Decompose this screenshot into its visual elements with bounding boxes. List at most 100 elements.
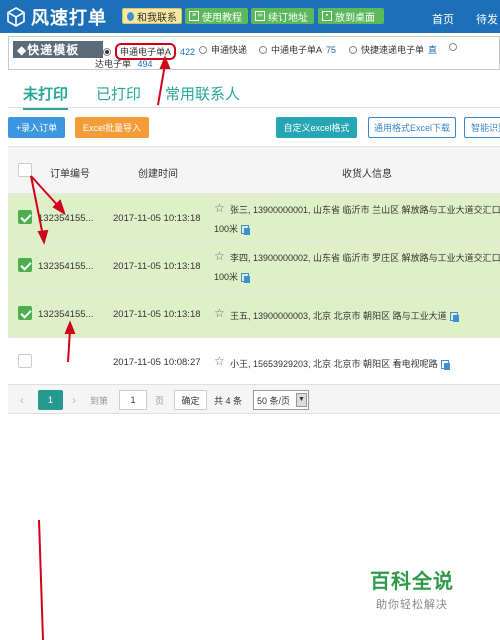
row-checkbox[interactable] — [18, 210, 32, 224]
add-order-button[interactable]: +录入订单 — [8, 117, 65, 138]
column-order-no: 订单编号 — [50, 169, 90, 180]
row-checkbox[interactable] — [18, 354, 32, 368]
copy-icon[interactable] — [449, 312, 459, 323]
column-receiver-info: 收货人信息 — [342, 169, 392, 180]
excel-download-button[interactable]: 通用格式Excel下载 — [368, 117, 456, 138]
total-count: 共 4 条 — [214, 395, 243, 406]
nav-pending[interactable]: 待发 — [476, 11, 498, 27]
template-option-label: 中通电子单A — [271, 45, 323, 55]
order-number: 132354155... — [38, 309, 94, 320]
orders-table: 订单编号 创建时间 收货人信息 132354155... 2017-11-05 … — [8, 146, 500, 385]
template-option-5[interactable] — [449, 43, 461, 51]
copy-icon[interactable] — [241, 273, 251, 284]
app-header: 风速打单 和我联系 ≡ 使用教程 ∞ 续订地址 ▪ 放到桌面 首页 待发 — [0, 0, 500, 33]
receiver-info: 李四, 13900000002, 山东省 临沂市 罗庄区 解放路与工业大道交汇口 — [230, 253, 500, 263]
receiver-info-cont: 100米 — [214, 224, 239, 234]
star-icon[interactable]: ☆ — [214, 202, 226, 214]
smart-recognize-button[interactable]: 智能识别 — [464, 117, 500, 138]
template-option-label: 达电子单 — [95, 59, 132, 69]
desktop-icon: ▪ — [322, 11, 332, 21]
radio[interactable] — [449, 43, 457, 51]
renew-label: 续订地址 — [268, 12, 308, 24]
logo[interactable]: 风速打单 — [6, 6, 107, 28]
template-count: 75 — [326, 44, 337, 55]
current-page[interactable]: 1 — [38, 390, 63, 410]
created-time: 2017-11-05 10:08:27 — [113, 357, 201, 368]
star-icon[interactable]: ☆ — [214, 355, 226, 367]
book-icon: ≡ — [189, 11, 199, 21]
radio[interactable] — [199, 45, 207, 54]
chevron-down-icon[interactable]: ▼ — [296, 393, 307, 407]
order-number: 132354155... — [38, 261, 94, 272]
goto-label: 到第 — [90, 395, 109, 406]
copy-icon[interactable] — [241, 225, 251, 236]
cube-icon — [7, 7, 25, 27]
receiver-info-text: 小王, 15653929203, 北京 北京市 朝阳区 看电视呢路 — [230, 359, 438, 369]
template-count: 494 — [137, 59, 153, 69]
table-row[interactable]: 2017-11-05 10:08:27 ☆ 小王, 15653929203, 北… — [8, 337, 500, 385]
page-unit: 页 — [155, 395, 165, 406]
row-checkbox[interactable] — [18, 306, 32, 320]
excel-import-button[interactable]: Excel批量导入 — [75, 117, 149, 138]
link-icon: ∞ — [255, 11, 265, 21]
table-row[interactable]: 132354155... 2017-11-05 10:13:18 ☆ 张三, 1… — [8, 193, 500, 241]
column-created-time: 创建时间 — [138, 169, 178, 180]
tutorial-button[interactable]: ≡ 使用教程 — [185, 8, 248, 24]
tab-printed[interactable]: 已打印 — [96, 83, 141, 104]
radio[interactable] — [259, 45, 267, 54]
contact-button[interactable]: 和我联系 — [122, 8, 182, 24]
template-bar: ◆快递模板 申通电子单A 422 申通快递 中通电子单A 75 快捷速递电子单 … — [8, 36, 500, 70]
receiver-info: 王五, 13900000003, 北京 北京市 朝阳区 路与工业大道 — [230, 309, 459, 323]
receiver-info: 小王, 15653929203, 北京 北京市 朝阳区 看电视呢路 — [230, 357, 450, 371]
template-option-5-continued: 达电子单 494 — [95, 57, 153, 70]
radio-selected[interactable] — [103, 47, 111, 56]
star-icon[interactable]: ☆ — [214, 250, 226, 262]
next-page-icon[interactable]: › — [72, 390, 76, 410]
template-option-4[interactable]: 快捷速递电子单 直 — [349, 43, 437, 56]
table-row[interactable]: 132354155... 2017-11-05 10:13:18 ☆ 李四, 1… — [8, 241, 500, 289]
pagination: ‹ 1 › 到第 1 页 确定 共 4 条 50 条/页 ▼ — [8, 384, 500, 414]
copy-icon[interactable] — [440, 360, 450, 371]
row-checkbox[interactable] — [18, 258, 32, 272]
receiver-info-line2: 100米 — [214, 222, 251, 236]
select-all-checkbox[interactable] — [18, 163, 32, 177]
template-label: ◆快递模板 — [13, 41, 103, 58]
template-option-2[interactable]: 申通快递 — [199, 43, 247, 56]
table-header: 订单编号 创建时间 收货人信息 — [8, 146, 500, 193]
created-time: 2017-11-05 10:13:18 — [113, 261, 201, 272]
contact-label: 和我联系 — [137, 12, 177, 24]
nav-home[interactable]: 首页 — [432, 11, 454, 27]
desktop-label: 放到桌面 — [335, 12, 375, 24]
page-size-select[interactable]: 50 条/页 ▼ — [253, 390, 309, 410]
order-number: 132354155... — [38, 213, 94, 224]
page-size-value: 50 条/页 — [257, 395, 291, 406]
created-time: 2017-11-05 10:13:18 — [113, 309, 201, 320]
goto-confirm-button[interactable]: 确定 — [174, 390, 207, 410]
template-count: 422 — [180, 46, 196, 57]
radio[interactable] — [349, 45, 357, 54]
tab-bar: 未打印 已打印 常用联系人 — [8, 78, 500, 110]
template-option-label: 申通快递 — [211, 45, 248, 55]
watermark-subtitle: 助你轻松解决 — [376, 599, 448, 611]
desktop-button[interactable]: ▪ 放到桌面 — [318, 8, 384, 24]
star-icon[interactable]: ☆ — [214, 307, 226, 319]
tutorial-label: 使用教程 — [202, 12, 242, 24]
table-row[interactable]: 132354155... 2017-11-05 10:13:18 ☆ 王五, 1… — [8, 289, 500, 337]
receiver-info-text: 王五, 13900000003, 北京 北京市 朝阳区 路与工业大道 — [230, 311, 447, 321]
custom-excel-button[interactable]: 自定义excel格式 — [276, 117, 357, 138]
tab-contacts[interactable]: 常用联系人 — [165, 83, 240, 104]
receiver-info-cont: 100米 — [214, 272, 239, 282]
created-time: 2017-11-05 10:13:18 — [113, 213, 201, 224]
receiver-info: 张三, 13900000001, 山东省 临沂市 兰山区 解放路与工业大道交汇口 — [230, 205, 500, 215]
page-input[interactable]: 1 — [119, 390, 147, 410]
chat-icon — [127, 11, 134, 21]
template-count: 直 — [428, 45, 438, 55]
tab-unprinted[interactable]: 未打印 — [23, 83, 69, 110]
watermark: 百科全说 助你轻松解决 — [362, 565, 462, 612]
watermark-title: 百科全说 — [370, 571, 454, 593]
app-title: 风速打单 — [31, 8, 107, 28]
renew-button[interactable]: ∞ 续订地址 — [251, 8, 314, 24]
template-option-label: 快捷速递电子单 — [361, 45, 425, 55]
template-option-3[interactable]: 中通电子单A 75 — [259, 43, 336, 56]
prev-page-icon[interactable]: ‹ — [20, 390, 24, 410]
